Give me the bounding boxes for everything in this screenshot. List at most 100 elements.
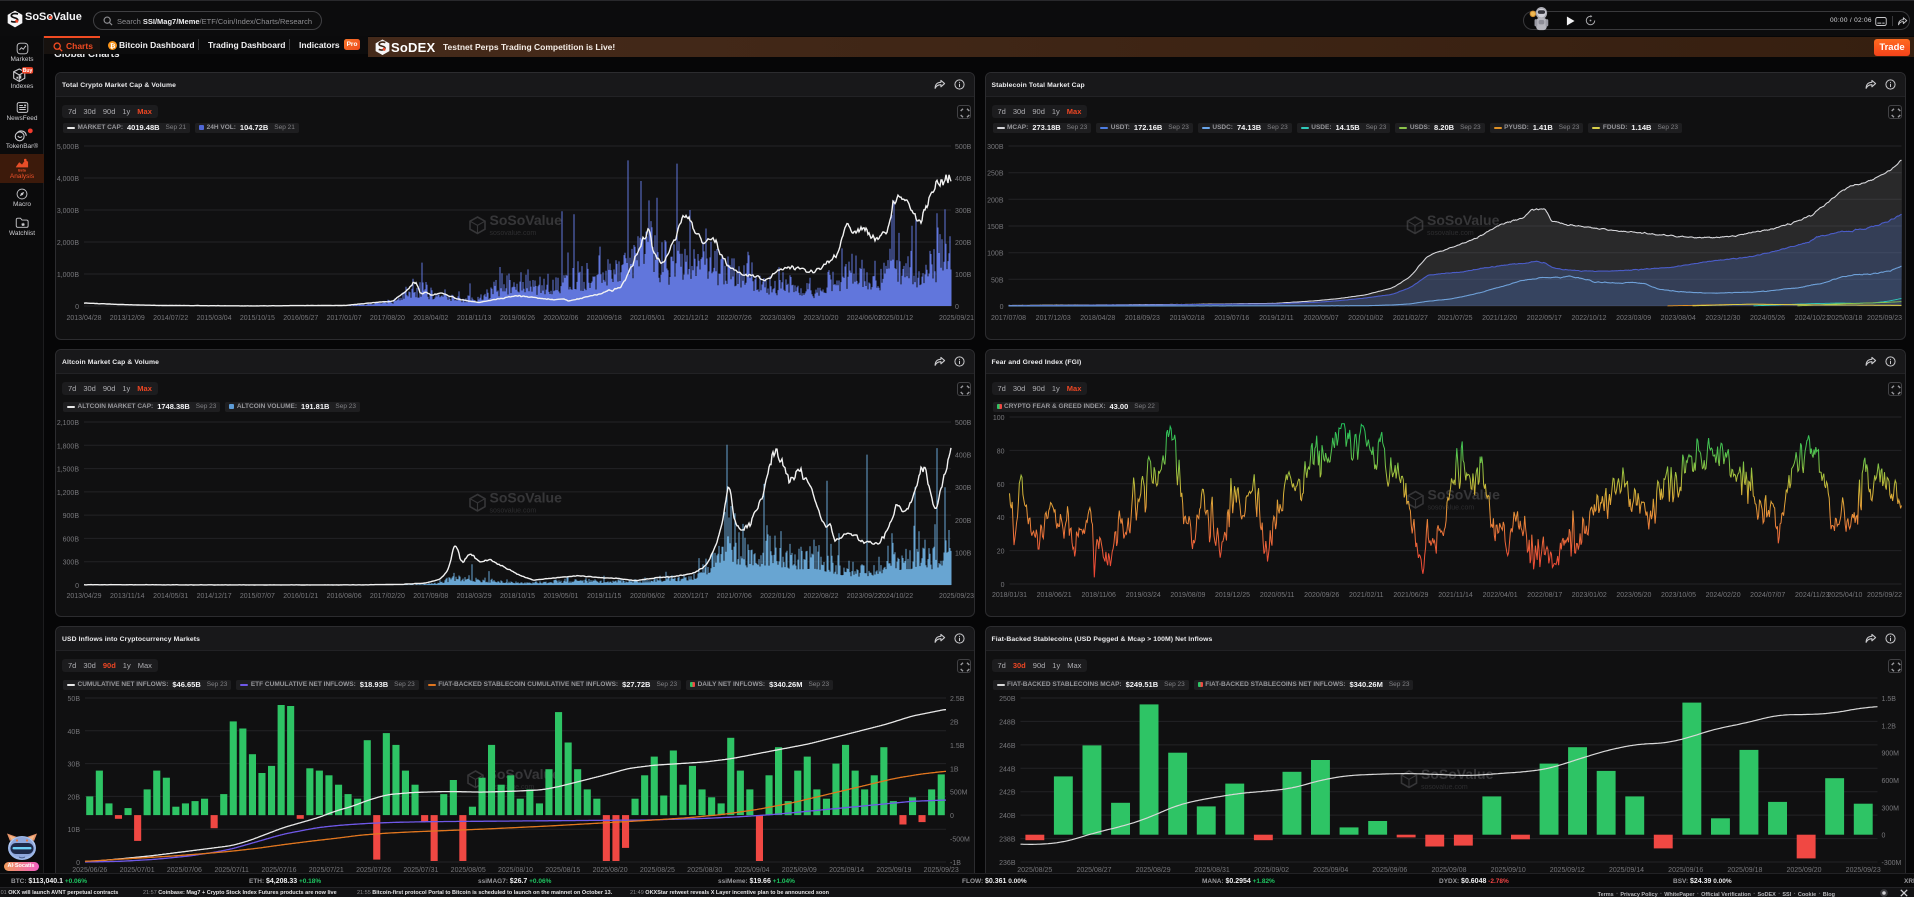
svg-text:300B: 300B (955, 208, 972, 215)
svg-text:1,200B: 1,200B (57, 490, 80, 497)
svg-text:Buy: Buy (23, 68, 33, 74)
svg-text:2018/10/15: 2018/10/15 (500, 593, 535, 600)
svg-text:0: 0 (76, 860, 80, 867)
svg-text:10B: 10B (68, 827, 81, 834)
svg-text:2021/02/27: 2021/02/27 (1392, 315, 1427, 322)
svg-text:2022/10/12: 2022/10/12 (1571, 315, 1606, 322)
svg-text:60: 60 (996, 482, 1004, 489)
svg-text:250B: 250B (999, 696, 1016, 703)
svg-text:sosovalue.com: sosovalue.com (1427, 230, 1474, 237)
svg-text:2025/09/21: 2025/09/21 (939, 315, 974, 322)
svg-text:2020/09/18: 2020/09/18 (587, 315, 622, 322)
svg-text:2018/04/28: 2018/04/28 (1080, 315, 1115, 322)
svg-text:2,000B: 2,000B (57, 240, 80, 247)
svg-text:sosovalue.com: sosovalue.com (490, 508, 537, 515)
svg-text:2022/01/20: 2022/01/20 (760, 593, 795, 600)
svg-text:2023/03/09: 2023/03/09 (760, 315, 795, 322)
svg-text:-300M: -300M (1881, 860, 1901, 867)
svg-text:2024/02/20: 2024/02/20 (1705, 592, 1740, 599)
svg-text:2019/08/09: 2019/08/09 (1170, 592, 1205, 599)
svg-text:2023/10/20: 2023/10/20 (803, 315, 838, 322)
svg-text:sosovalue.com: sosovalue.com (1427, 505, 1474, 512)
svg-text:2014/07/22: 2014/07/22 (153, 315, 188, 322)
svg-text:2025/09/22: 2025/09/22 (1866, 592, 1901, 599)
svg-text:2,100B: 2,100B (57, 420, 80, 427)
svg-text:20B: 20B (68, 794, 81, 801)
svg-text:2021/05/01: 2021/05/01 (630, 315, 665, 322)
svg-text:300B: 300B (955, 485, 972, 492)
svg-text:2018/11/13: 2018/11/13 (457, 315, 492, 322)
svg-text:2016/01/21: 2016/01/21 (283, 593, 318, 600)
svg-text:2020/02/06: 2020/02/06 (543, 315, 578, 322)
svg-text:2019/06/26: 2019/06/26 (500, 315, 535, 322)
svg-text:2025/03/18: 2025/03/18 (1827, 315, 1862, 322)
svg-text:2015/07/07: 2015/07/07 (240, 593, 275, 600)
svg-text:238B: 238B (999, 837, 1016, 844)
svg-text:2017/02/20: 2017/02/20 (370, 593, 405, 600)
svg-text:200B: 200B (955, 518, 972, 525)
svg-text:50B: 50B (991, 277, 1004, 284)
svg-text:2023/08/04: 2023/08/04 (1660, 315, 1695, 322)
svg-text:400B: 400B (955, 453, 972, 460)
svg-text:2018/04/02: 2018/04/02 (413, 315, 448, 322)
svg-text:0: 0 (1000, 582, 1004, 589)
svg-text:2017/09/08: 2017/09/08 (413, 593, 448, 600)
svg-text:2021/12/20: 2021/12/20 (1482, 315, 1517, 322)
svg-text:600B: 600B (63, 536, 80, 543)
svg-text:300B: 300B (63, 560, 80, 567)
svg-text:sosovalue.com: sosovalue.com (1421, 784, 1468, 791)
svg-text:2020/10/02: 2020/10/02 (1348, 315, 1383, 322)
svg-text:2013/04/29: 2013/04/29 (66, 593, 101, 600)
svg-text:2023/12/30: 2023/12/30 (1705, 315, 1740, 322)
svg-text:0: 0 (1881, 833, 1885, 840)
svg-text:1,500B: 1,500B (57, 467, 80, 474)
svg-text:2019/02/18: 2019/02/18 (1169, 315, 1204, 322)
svg-text:2018/01/31: 2018/01/31 (991, 592, 1026, 599)
svg-text:248B: 248B (999, 719, 1016, 726)
svg-text:240B: 240B (999, 813, 1016, 820)
svg-text:0: 0 (75, 304, 79, 311)
svg-text:2022/04/01: 2022/04/01 (1482, 592, 1517, 599)
svg-text:1,000B: 1,000B (57, 272, 80, 279)
svg-text:500B: 500B (955, 144, 972, 151)
svg-text:244B: 244B (999, 766, 1016, 773)
svg-text:100B: 100B (987, 251, 1004, 258)
svg-text:250B: 250B (987, 171, 1004, 178)
svg-text:2024/06/01: 2024/06/01 (847, 315, 882, 322)
svg-text:246B: 246B (999, 743, 1016, 750)
svg-text:₿: ₿ (109, 41, 115, 49)
svg-text:3,000B: 3,000B (57, 208, 80, 215)
svg-text:100B: 100B (955, 550, 972, 557)
svg-text:2015/10/15: 2015/10/15 (240, 315, 275, 322)
svg-text:2014/12/17: 2014/12/17 (197, 593, 232, 600)
svg-text:50B: 50B (68, 696, 81, 703)
svg-text:4,000B: 4,000B (57, 176, 80, 183)
svg-text:2022/07/26: 2022/07/26 (717, 315, 752, 322)
svg-text:0: 0 (999, 304, 1003, 311)
svg-text:236B: 236B (999, 860, 1016, 867)
svg-text:2013/04/28: 2013/04/28 (66, 315, 101, 322)
svg-text:2020/09/26: 2020/09/26 (1304, 592, 1339, 599)
svg-text:0: 0 (955, 304, 959, 311)
svg-text:2025/01/12: 2025/01/12 (878, 315, 913, 322)
svg-text:100: 100 (992, 415, 1004, 422)
svg-text:2018/09/23: 2018/09/23 (1124, 315, 1159, 322)
svg-text:2017/08/20: 2017/08/20 (370, 315, 405, 322)
svg-text:600M: 600M (1881, 778, 1899, 785)
svg-text:1.5B: 1.5B (950, 743, 965, 750)
svg-text:2023/01/02: 2023/01/02 (1571, 592, 1606, 599)
svg-text:2015/03/04: 2015/03/04 (197, 315, 232, 322)
svg-text:2021/02/11: 2021/02/11 (1349, 592, 1384, 599)
svg-text:-1B: -1B (950, 860, 961, 867)
svg-text:2014/05/31: 2014/05/31 (153, 593, 188, 600)
svg-text:2020/12/17: 2020/12/17 (673, 593, 708, 600)
svg-text:2019/05/01: 2019/05/01 (543, 593, 578, 600)
svg-text:2019/12/25: 2019/12/25 (1214, 592, 1249, 599)
svg-text:2017/07/08: 2017/07/08 (990, 315, 1025, 322)
svg-text:2020/05/07: 2020/05/07 (1303, 315, 1338, 322)
svg-text:2020/05/11: 2020/05/11 (1259, 592, 1294, 599)
svg-text:2017/01/07: 2017/01/07 (327, 315, 362, 322)
svg-text:1.2B: 1.2B (1881, 723, 1896, 730)
svg-text:80: 80 (996, 448, 1004, 455)
svg-text:2018/11/06: 2018/11/06 (1081, 592, 1116, 599)
